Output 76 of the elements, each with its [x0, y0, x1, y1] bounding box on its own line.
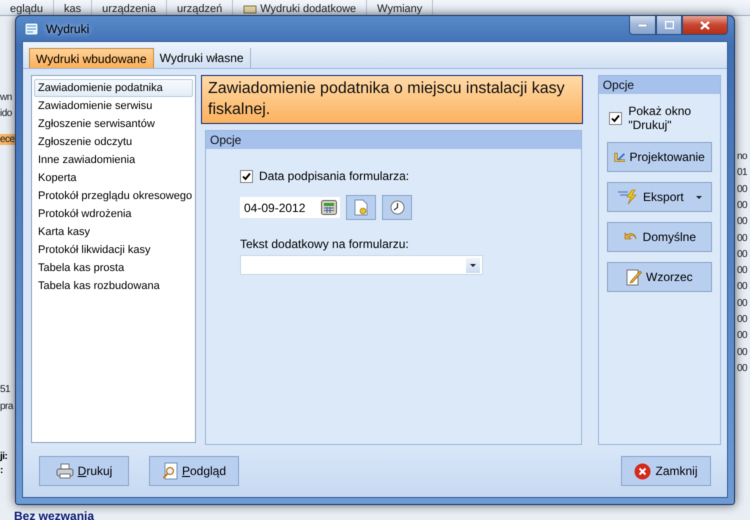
report-list-item[interactable]: Karta kasy [34, 223, 193, 241]
minimize-button[interactable] [629, 16, 656, 35]
background-text: no [737, 151, 748, 162]
close-icon [634, 462, 652, 480]
background-text: pra [0, 401, 13, 412]
caret-icon [470, 264, 476, 266]
background-text: 51 [0, 384, 10, 395]
option-button[interactable]: Wzorzec [606, 262, 712, 292]
window-title: Wydruki [46, 22, 90, 36]
document-pencil-icon [626, 268, 642, 286]
background-text: 01 [737, 167, 748, 178]
background-text: 00 [737, 281, 748, 292]
footer-button[interactable]: Drukuj [39, 456, 129, 486]
background-text: ece [0, 134, 15, 145]
background-text: Bez wezwania [14, 509, 94, 520]
minimize-icon [638, 24, 647, 26]
date-field[interactable]: 04-09-2012 [240, 197, 340, 218]
toolbar-button[interactable]: Wydruki dodatkowe [260, 4, 356, 15]
clock-icon [390, 200, 404, 215]
toolbar-button[interactable]: eglądu [10, 4, 44, 15]
background-text: 00 [737, 298, 748, 309]
report-list-item[interactable]: Tabela kas prosta [34, 259, 193, 277]
report-list-item[interactable]: Zawiadomienie serwisu [34, 97, 193, 115]
document-button[interactable] [346, 195, 376, 220]
checkbox[interactable] [609, 112, 622, 125]
background-text: ji: [0, 451, 8, 462]
report-title: Zawiadomienie podatnika o miejscu instalacji kasy fiskalnej. [201, 75, 583, 124]
footer-button[interactable]: Podgląd [149, 456, 239, 486]
background-text: 00 [737, 346, 748, 358]
calendar-icon[interactable] [321, 200, 337, 215]
clock-button[interactable] [382, 195, 412, 220]
report-list-item[interactable]: Zgłoszenie serwisantów [34, 115, 193, 133]
report-list-item[interactable]: Inne zawiadomienia [34, 151, 193, 169]
option-button[interactable]: Eksport [606, 182, 712, 212]
tab[interactable]: Wydruki własne [154, 48, 251, 68]
panel-title: Opcje [598, 76, 720, 94]
tab[interactable]: Wydruki wbudowane [29, 48, 154, 68]
background-text: 00 [737, 216, 748, 228]
background-text: 00 [737, 362, 748, 374]
background-text: 00 [737, 314, 748, 325]
panel-title: Opcje [206, 131, 581, 149]
footer-button[interactable]: Zamknij [621, 456, 711, 486]
magnifier-document-icon [162, 462, 178, 480]
checkbox-label: Data podpisania formularza: [259, 169, 410, 183]
lightning-icon [617, 189, 640, 205]
checkbox[interactable] [240, 170, 253, 183]
background-text: 00 [737, 200, 748, 211]
app-icon [24, 20, 40, 36]
report-list-item[interactable]: Protokół przeglądu okresowego [34, 187, 193, 205]
option-button[interactable]: Projektowanie [606, 142, 712, 172]
report-list-item[interactable]: Tabela kas rozbudowana [34, 277, 193, 295]
toolbar-button[interactable]: urządzeń [177, 4, 222, 15]
field-label: Tekst dodatkowy na formularzu: [240, 237, 410, 251]
report-list-item[interactable]: Protokół likwidacji kasy [34, 241, 193, 259]
toolbar-button[interactable]: urządzenia [102, 4, 156, 15]
background-text: ido [0, 108, 12, 119]
maximize-button[interactable] [656, 16, 682, 35]
toolbar-button[interactable]: kas [64, 4, 82, 15]
document-icon [354, 199, 368, 216]
background-text: 00 [737, 232, 748, 244]
report-list-item[interactable]: Zgłoszenie odczytu [34, 133, 193, 151]
background-text: 00 [737, 184, 748, 195]
option-button[interactable]: Domyślne [606, 222, 712, 252]
close-icon [700, 20, 710, 30]
background-text: 00 [737, 248, 748, 260]
report-list-item[interactable]: Koperta [34, 169, 193, 187]
report-list-item[interactable]: Zawiadomienie podatnika [34, 79, 193, 97]
background-text: : [0, 465, 3, 476]
toolbar-button[interactable]: Wymiany [377, 4, 422, 15]
maximize-icon [664, 21, 674, 29]
background-text: 00 [737, 265, 748, 276]
report-list-item[interactable]: Protokół wdrożenia [34, 205, 193, 223]
background-text: 00 [737, 330, 748, 342]
checkbox-label: Pokaż okno "Drukuj" [628, 104, 692, 132]
close-button[interactable] [682, 16, 728, 35]
background-text: wn [0, 92, 12, 103]
